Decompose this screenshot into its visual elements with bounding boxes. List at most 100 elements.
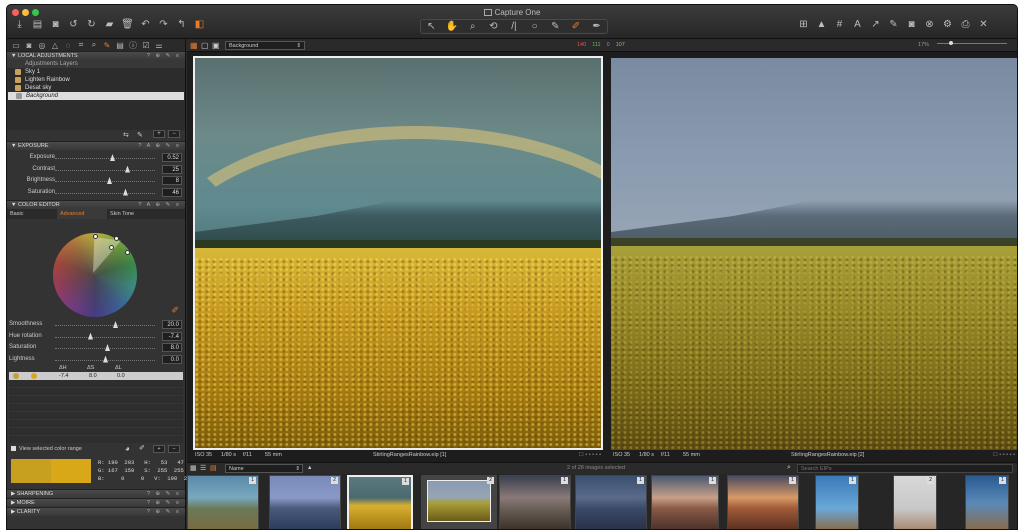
picker-small-icon[interactable]: ✐ bbox=[139, 444, 145, 452]
view-range-checkbox[interactable] bbox=[11, 446, 16, 451]
smoothness-value[interactable]: 20.0 bbox=[162, 320, 182, 329]
capture-tab-icon[interactable]: ◙ bbox=[24, 41, 34, 50]
thumbnail[interactable]: 1 bbox=[965, 475, 1009, 529]
delta-row[interactable]: -7.4 8.0 0.0 bbox=[9, 372, 183, 380]
search-input[interactable] bbox=[797, 464, 1013, 473]
brush-icon[interactable]: ✎ bbox=[137, 131, 143, 139]
thumbnail[interactable]: 1 bbox=[727, 475, 799, 529]
crop-tab-icon[interactable]: ⌗ bbox=[76, 40, 86, 50]
tab-basic[interactable]: Basic bbox=[7, 209, 57, 219]
library-tab-icon[interactable]: ▭ bbox=[11, 41, 21, 50]
checkbox-icon[interactable] bbox=[15, 77, 21, 83]
layer-item[interactable]: Sky 1 bbox=[7, 68, 185, 76]
arrow-icon[interactable]: ↗ bbox=[869, 18, 882, 31]
brush-icon[interactable]: ✎ bbox=[887, 18, 900, 31]
contrast-value[interactable]: 25 bbox=[162, 164, 182, 174]
folder-icon[interactable]: ▰ bbox=[103, 18, 116, 31]
camera-small-icon[interactable]: ◙ bbox=[905, 18, 918, 31]
wheel-icon[interactable]: ◕ bbox=[125, 444, 130, 453]
adjust-tab-icon[interactable]: ⚌ bbox=[154, 41, 164, 50]
redo-icon[interactable]: ↷ bbox=[157, 18, 170, 31]
gear-icon[interactable]: ⚙ bbox=[941, 18, 954, 31]
checkbox-icon[interactable] bbox=[15, 85, 21, 91]
clarity-header[interactable]: ▶ CLARITY? ⊕ ✎ ≡ bbox=[7, 507, 185, 516]
import-icon[interactable]: ⤓ bbox=[13, 18, 26, 31]
tab-skin-tone[interactable]: Skin Tone bbox=[107, 209, 157, 219]
saturation-slider[interactable] bbox=[55, 192, 155, 194]
hash-grid-icon[interactable]: # bbox=[833, 18, 846, 31]
thumbnail[interactable]: 1 bbox=[815, 475, 859, 529]
batch-tab-icon[interactable]: ☑ bbox=[141, 41, 151, 50]
thumbnail[interactable]: 2 bbox=[893, 475, 937, 529]
metadata-tab-icon[interactable]: ⓘ bbox=[128, 40, 138, 51]
pen-tool-icon[interactable]: ✎ bbox=[549, 20, 562, 33]
image-variant-2[interactable] bbox=[611, 58, 1017, 450]
layer-item[interactable]: Lighten Rainbow bbox=[7, 76, 185, 84]
color-tab-icon[interactable]: ◎ bbox=[37, 41, 47, 50]
straighten-tool-icon[interactable]: /| bbox=[507, 20, 520, 33]
grid-view-icon[interactable]: ▦ bbox=[190, 464, 197, 472]
color-wheel[interactable] bbox=[53, 233, 137, 317]
copy-apply-icon[interactable]: ◧ bbox=[193, 18, 206, 31]
grid-icon[interactable]: ⊞ bbox=[797, 18, 810, 31]
zoom-slider[interactable] bbox=[937, 41, 1007, 47]
color-saturation-slider[interactable] bbox=[55, 348, 155, 349]
text-icon[interactable]: A bbox=[851, 18, 864, 31]
local-adjustments-header[interactable]: ▼ LOCAL ADJUSTMENTS? ⊕ ✎ ≡ bbox=[7, 51, 185, 60]
checkbox-icon[interactable] bbox=[16, 93, 22, 99]
multi-view-icon[interactable]: ▦ bbox=[190, 41, 198, 50]
remove-layer-button[interactable]: − bbox=[168, 130, 180, 138]
image-variant-1[interactable] bbox=[193, 56, 603, 450]
color-picker-icon[interactable]: ✐ bbox=[171, 305, 179, 316]
thumbnail[interactable]: 1 bbox=[499, 475, 571, 529]
fit-view-icon[interactable]: ▣ bbox=[212, 41, 220, 50]
color-node[interactable] bbox=[114, 236, 119, 241]
thumbnail[interactable]: 1 bbox=[651, 475, 719, 529]
color-editor-header[interactable]: ▼ COLOR EDITOR? A ⊕ ✎ ≡ bbox=[7, 200, 185, 209]
lens-tab-icon[interactable]: ◌ bbox=[63, 41, 73, 50]
circle-tool-icon[interactable]: ○ bbox=[528, 20, 541, 33]
rotate-left-icon[interactable]: ↺ bbox=[67, 18, 80, 31]
remove-color-button[interactable]: − bbox=[168, 445, 180, 453]
pan-tool-icon[interactable]: ✋ bbox=[445, 20, 458, 33]
tools-icon[interactable]: ✕ bbox=[977, 18, 990, 31]
filmstrip-view-icon[interactable]: ▤ bbox=[210, 464, 217, 472]
camera-icon[interactable]: ◙ bbox=[49, 18, 62, 31]
exposure-value[interactable]: 0.52 bbox=[162, 153, 182, 162]
trash-icon[interactable]: 🗑 bbox=[121, 18, 134, 31]
warning-icon[interactable]: ▲ bbox=[815, 18, 828, 31]
thumbnail[interactable]: 2 bbox=[269, 475, 341, 529]
thumbnail[interactable]: 1 bbox=[187, 475, 259, 529]
picker-tool-icon[interactable]: ✐ bbox=[569, 20, 582, 33]
sort-direction-icon[interactable]: ▲ bbox=[307, 465, 312, 471]
brightness-slider[interactable] bbox=[55, 181, 155, 182]
sharpening-header[interactable]: ▶ SHARPENING? ⊕ ✎ ≡ bbox=[7, 489, 185, 498]
cursor-tool-icon[interactable]: ↖ bbox=[425, 20, 438, 33]
zoom-tool-icon[interactable]: ⌕ bbox=[466, 20, 479, 33]
list-view-icon[interactable]: ☰ bbox=[200, 464, 206, 472]
undo-icon[interactable]: ↶ bbox=[139, 18, 152, 31]
search-tab-icon[interactable]: ⌕ bbox=[89, 40, 99, 50]
exposure-tab-icon[interactable]: △ bbox=[50, 41, 60, 50]
moire-header[interactable]: ▶ MOIRE? ⊕ ✎ ≡ bbox=[7, 498, 185, 507]
print-icon[interactable]: ⎙ bbox=[959, 18, 972, 31]
layer-item-selected[interactable]: Background bbox=[8, 92, 184, 100]
output-tab-icon[interactable]: ▤ bbox=[115, 41, 125, 50]
variant-selector[interactable]: Background ⇕ bbox=[225, 41, 305, 50]
color-node[interactable] bbox=[93, 234, 98, 239]
rotate-tool-icon[interactable]: ⟲ bbox=[487, 20, 500, 33]
single-view-icon[interactable]: ▢ bbox=[201, 41, 209, 50]
color-saturation-value[interactable]: 8.0 bbox=[162, 343, 182, 352]
sort-selector[interactable]: Name ⇕ bbox=[225, 464, 303, 473]
add-layer-button[interactable]: + bbox=[153, 130, 165, 138]
rotate-right-icon[interactable]: ↻ bbox=[85, 18, 98, 31]
checkbox-icon[interactable] bbox=[15, 69, 21, 75]
local-adjust-tab-icon[interactable]: ✎ bbox=[102, 41, 112, 50]
hue-rotation-value[interactable]: -7.4 bbox=[162, 331, 182, 341]
thumbnail[interactable]: 1 bbox=[575, 475, 647, 529]
smoothness-slider[interactable] bbox=[55, 325, 155, 326]
hue-rotation-slider[interactable] bbox=[55, 336, 155, 338]
swap-icon[interactable]: ⇆ bbox=[123, 131, 129, 139]
color-node[interactable] bbox=[125, 250, 130, 255]
brush-tool-icon[interactable]: ✒ bbox=[590, 20, 603, 33]
